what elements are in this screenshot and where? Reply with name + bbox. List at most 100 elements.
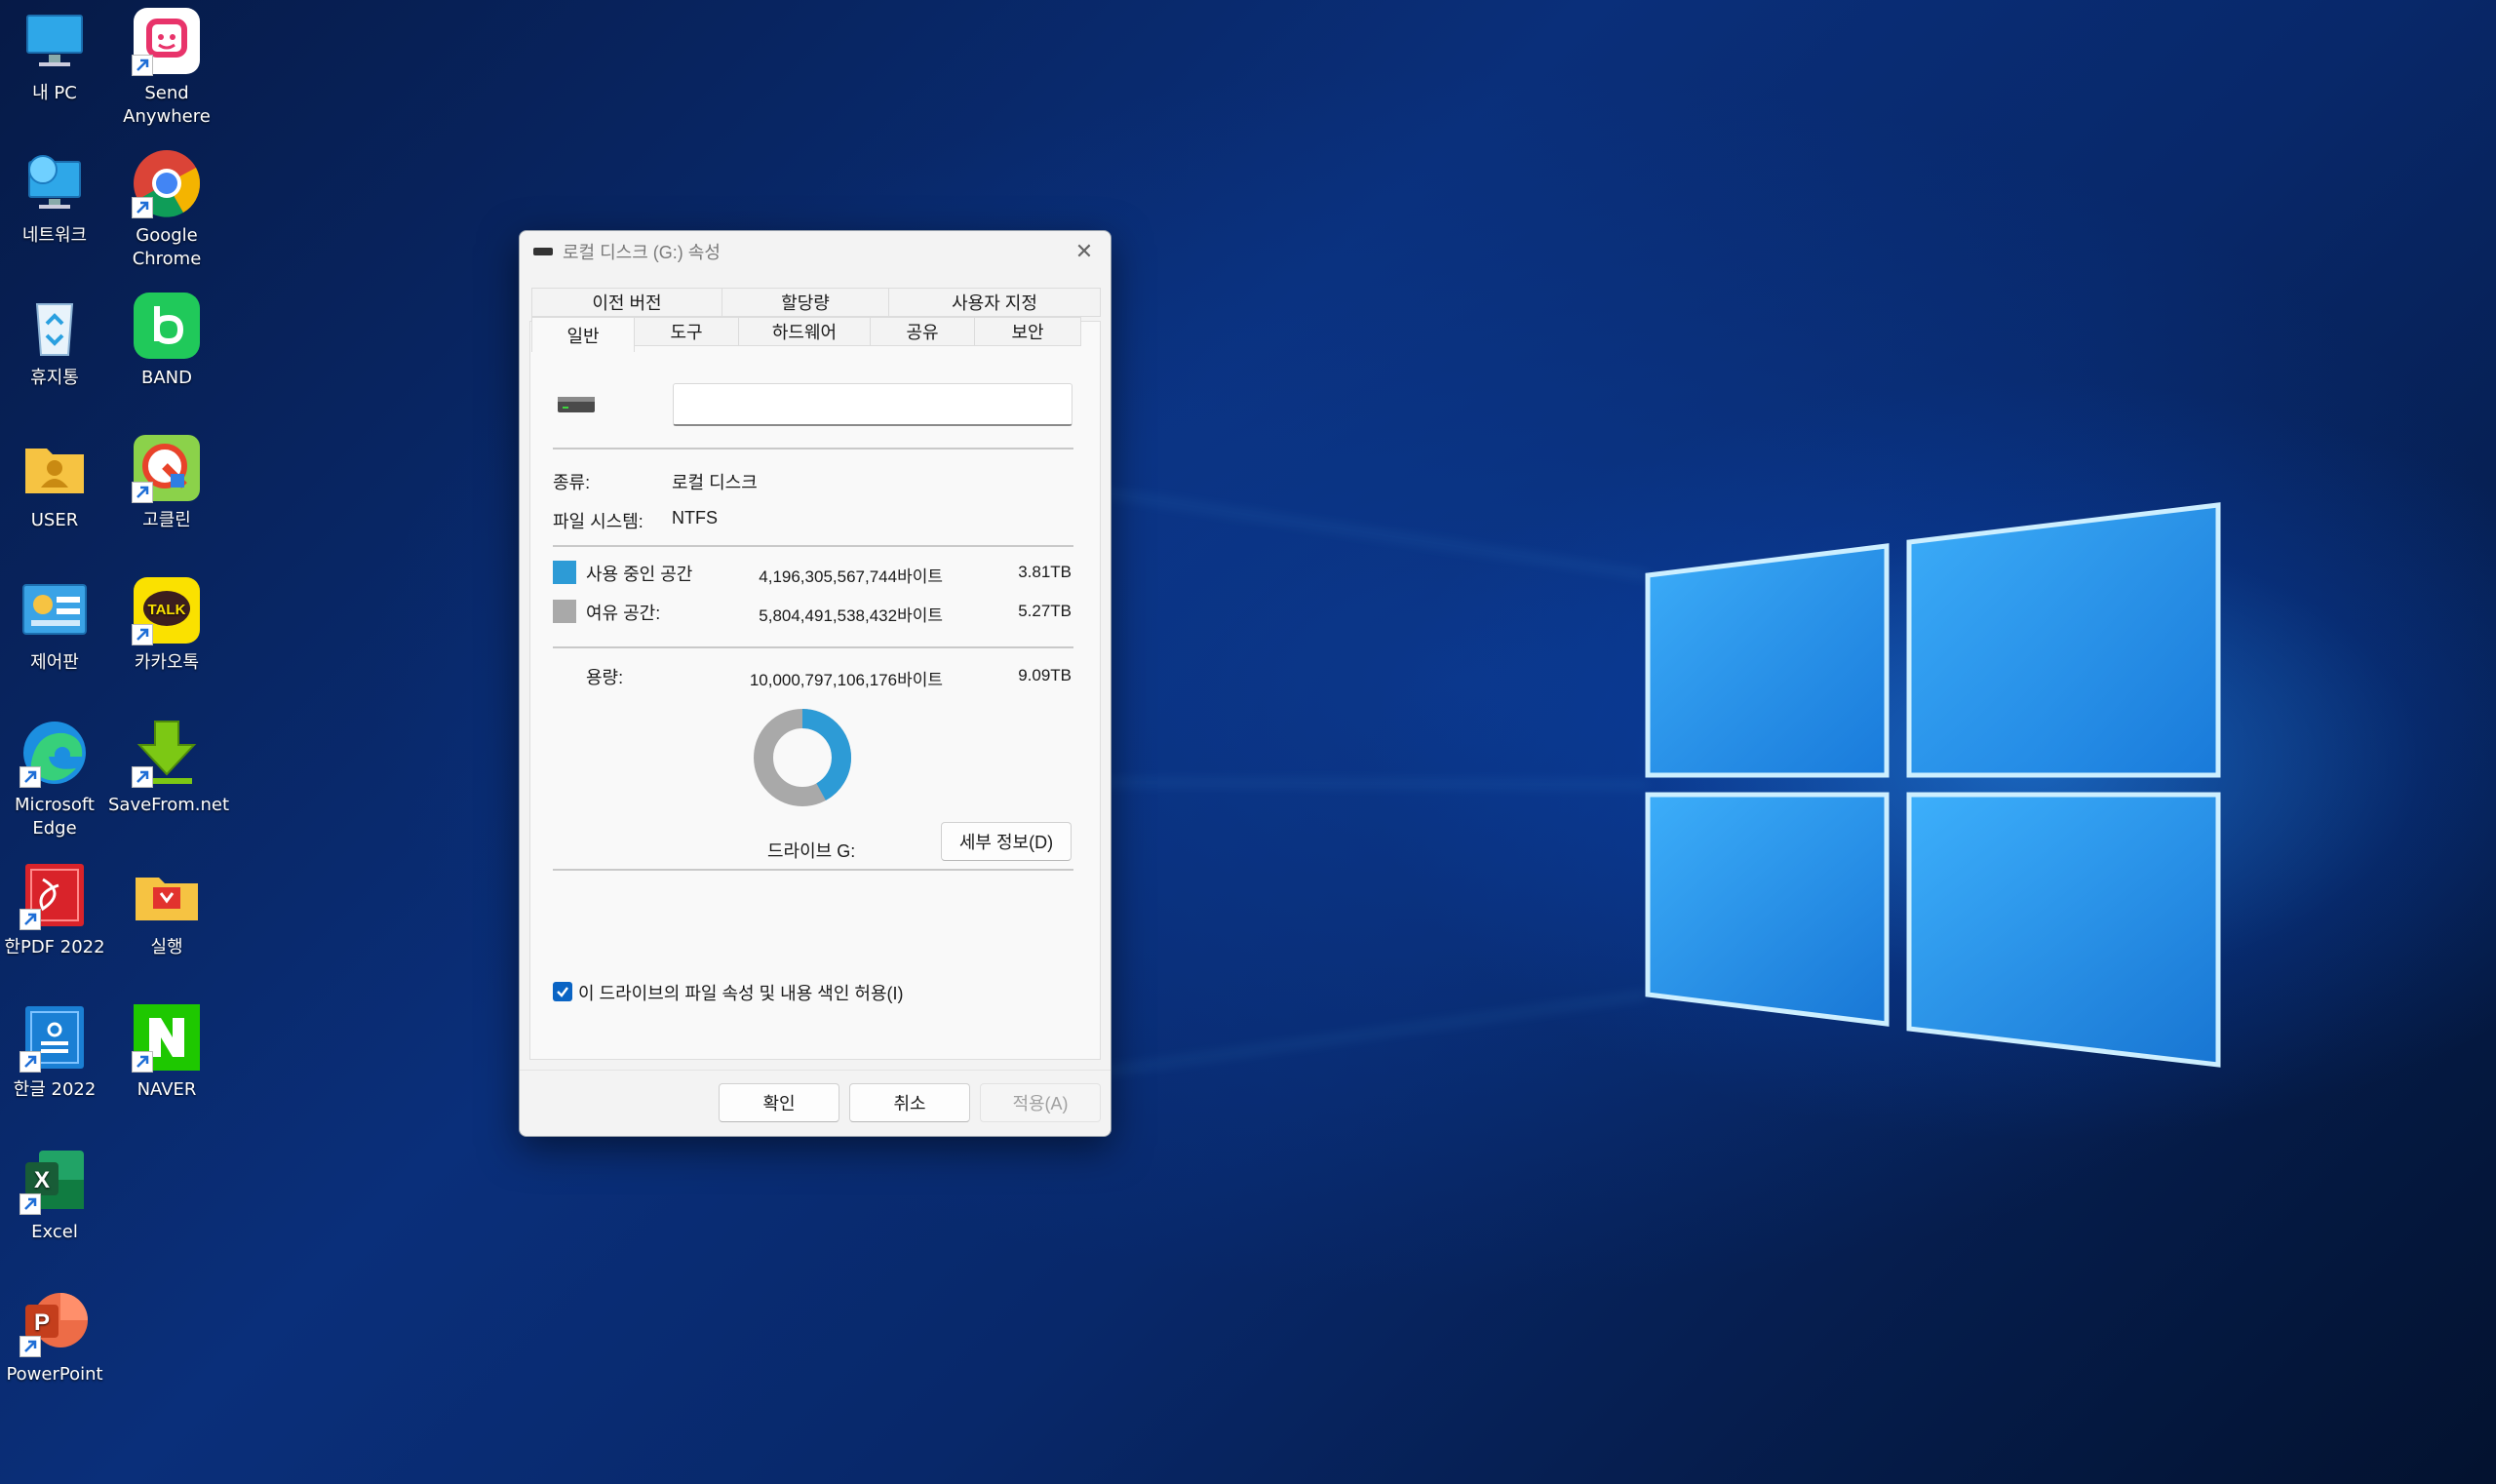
tab-customize[interactable]: 사용자 지정: [888, 288, 1101, 317]
tab-quota[interactable]: 할당량: [722, 288, 889, 317]
tab-previous-versions[interactable]: 이전 버전: [531, 288, 722, 317]
svg-text:P: P: [34, 1309, 50, 1336]
desktop-icon-hanpdf[interactable]: 한PDF 2022: [0, 854, 109, 981]
separator: [553, 646, 1073, 648]
edge-icon: [20, 718, 90, 788]
desktop-icon-label: 내 PC: [32, 83, 77, 103]
shortcut-arrow-icon: [132, 482, 153, 503]
ok-button[interactable]: 확인: [719, 1083, 839, 1122]
tab-sharing[interactable]: 공유: [870, 317, 975, 346]
tab-label: 할당량: [781, 293, 830, 313]
desktop-icon-label: 제어판: [30, 652, 79, 673]
desktop-icon-band[interactable]: BAND: [112, 285, 221, 411]
desktop-icon-label: Google Chrome: [132, 225, 202, 269]
desktop-icon-google-chrome[interactable]: Google Chrome: [112, 142, 221, 269]
desktop-icon-user-folder[interactable]: USER: [0, 427, 109, 554]
desktop-icon-label: 한글 2022: [13, 1079, 97, 1100]
details-button[interactable]: 세부 정보(D): [941, 822, 1072, 861]
desktop-icon-hangul[interactable]: 한글 2022: [0, 996, 109, 1123]
drive-label: 드라이브 G:: [767, 841, 856, 861]
tab-hardware[interactable]: 하드웨어: [738, 317, 871, 346]
shortcut-arrow-icon: [20, 766, 41, 788]
desktop-icon-recycle-bin[interactable]: 휴지통: [0, 285, 109, 411]
tab-tools[interactable]: 도구: [634, 317, 739, 346]
general-tab-panel: [529, 321, 1101, 1060]
button-label: 적용(A): [1012, 1094, 1069, 1113]
desktop-icon-microsoft-edge[interactable]: Microsoft Edge: [0, 712, 109, 839]
desktop-icon-gocleaner[interactable]: 고클린: [112, 427, 221, 554]
type-value: 로컬 디스크: [672, 473, 758, 492]
desktop-icon-label: BAND: [141, 368, 192, 388]
desktop-icon-kakaotalk[interactable]: TALK 카카오톡: [112, 569, 221, 696]
send-anywhere-icon: [132, 6, 202, 76]
desktop-icon-powerpoint[interactable]: P PowerPoint: [0, 1281, 109, 1408]
index-checkbox-label[interactable]: 이 드라이브의 파일 속성 및 내용 색인 허용(I): [578, 980, 904, 1005]
volume-name-input[interactable]: [673, 383, 1072, 426]
desktop-icon-label: 고클린: [142, 510, 191, 530]
desktop-icon-savefrom[interactable]: SaveFrom.net: [108, 712, 229, 839]
hangul-icon: [20, 1002, 90, 1073]
desktop-icon-label: 실행: [150, 937, 183, 957]
desktop-icon-send-anywhere[interactable]: Send Anywhere: [112, 0, 221, 127]
shortcut-arrow-icon: [132, 1051, 153, 1073]
file-system-value: NTFS: [672, 508, 718, 527]
desktop-icon-label: PowerPoint: [6, 1364, 103, 1385]
computer-icon: [20, 6, 90, 76]
free-space-size: 5.27TB: [1018, 602, 1072, 620]
index-checkbox[interactable]: [553, 982, 572, 1001]
desktop-icon-label: 휴지통: [30, 368, 79, 388]
button-label: 취소: [893, 1094, 926, 1113]
free-space-swatch: [553, 600, 576, 623]
tab-general[interactable]: 일반: [531, 317, 635, 352]
desktop-icon-label: USER: [30, 510, 79, 530]
shortcut-arrow-icon: [132, 197, 153, 218]
band-icon: [132, 291, 202, 361]
shortcut-arrow-icon: [132, 624, 153, 645]
desktop-icon-label: Send Anywhere: [123, 83, 211, 127]
folder-user-icon: [20, 433, 90, 503]
desktop-icon-excel[interactable]: X Excel: [0, 1139, 109, 1266]
svg-text:TALK: TALK: [148, 602, 186, 618]
close-button[interactable]: ✕: [1068, 237, 1101, 266]
capacity-label: 용량:: [586, 668, 624, 687]
apply-button[interactable]: 적용(A): [980, 1083, 1101, 1122]
desktop-icon-control-panel[interactable]: 제어판: [0, 569, 109, 696]
desktop-icon-naver[interactable]: NAVER: [112, 996, 221, 1123]
hard-drive-icon: [558, 397, 595, 412]
capacity-size: 9.09TB: [1018, 666, 1072, 684]
tab-label: 공유: [906, 323, 939, 342]
checkmark-icon: [557, 987, 568, 997]
drive-icon: [533, 248, 553, 255]
separator: [553, 448, 1073, 449]
separator: [553, 869, 1073, 871]
desktop-icon-network[interactable]: 네트워크: [0, 142, 109, 269]
desktop-icon-label: 네트워크: [21, 225, 88, 246]
windows-logo-wallpaper: [682, 427, 2221, 1133]
disk-usage-donut: [754, 709, 851, 806]
used-space-swatch: [553, 561, 576, 584]
dialog-titlebar[interactable]: 로컬 디스크 (G:) 속성 ✕: [520, 231, 1111, 272]
tab-label: 하드웨어: [771, 323, 838, 342]
tab-security[interactable]: 보안: [974, 317, 1081, 346]
button-label: 확인: [762, 1094, 796, 1113]
desktop-icon-run[interactable]: 실행: [112, 854, 221, 981]
hanpdf-icon: [20, 860, 90, 930]
recycle-bin-icon: [20, 291, 90, 361]
svg-text:X: X: [34, 1167, 50, 1193]
cancel-button[interactable]: 취소: [849, 1083, 970, 1122]
capacity-bytes: 10,000,797,106,176바이트: [749, 671, 943, 689]
button-label: 세부 정보(D): [958, 833, 1054, 852]
tab-label: 사용자 지정: [952, 293, 1037, 313]
file-system-label: 파일 시스템:: [553, 512, 644, 531]
tab-label: 일반: [566, 326, 600, 346]
desktop-icon-label: SaveFrom.net: [108, 795, 230, 815]
free-space-label: 여유 공간:: [586, 604, 661, 623]
desktop-icon-label: Excel: [31, 1222, 78, 1242]
desktop-icon-my-pc[interactable]: 내 PC: [0, 0, 109, 127]
shortcut-arrow-icon: [20, 909, 41, 930]
naver-icon: [132, 1002, 202, 1073]
folder-run-icon: [132, 860, 202, 930]
shortcut-arrow-icon: [20, 1051, 41, 1073]
gocleaner-icon: [132, 433, 202, 503]
drive-properties-dialog: 로컬 디스크 (G:) 속성 ✕ 이전 버전 할당량 사용자 지정 일반 도구 …: [519, 230, 1112, 1137]
